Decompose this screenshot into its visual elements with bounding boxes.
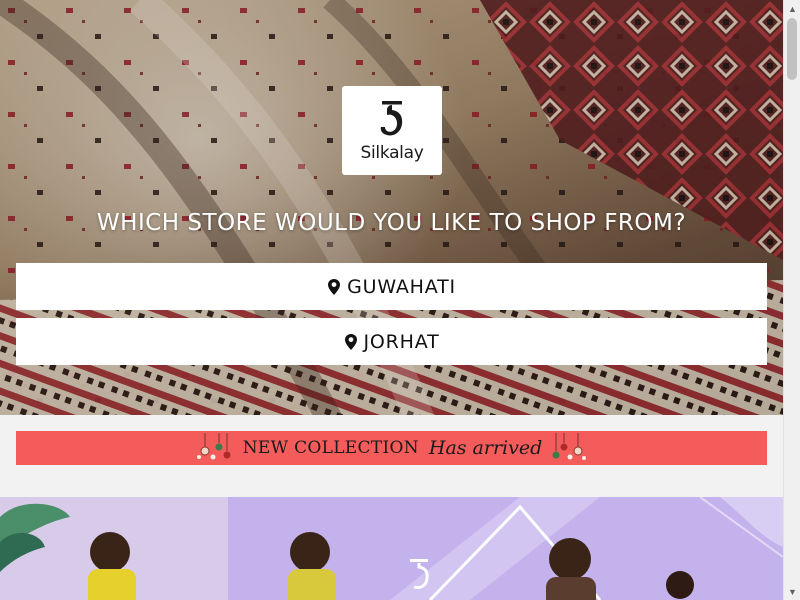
map-pin-icon [344,333,357,350]
store-button-guwahati[interactable]: GUWAHATI [16,263,767,310]
map-pin-icon [328,278,341,295]
store-button-jorhat[interactable]: JORHAT [16,318,767,365]
silkalay-logo-mark-icon [380,100,403,135]
scroll-up-arrow-icon[interactable]: ▲ [784,0,800,17]
store-label-guwahati: GUWAHATI [347,275,456,298]
promo-artwork [0,497,783,600]
promo-collection-image[interactable] [0,497,783,600]
hero-section: Silkalay WHICH STORE WOULD YOU LIKE TO S… [0,0,783,415]
vertical-scrollbar[interactable]: ▲ ▼ [783,0,800,600]
brand-name: Silkalay [360,142,424,163]
hanging-ornament-icon [196,433,231,460]
banner-script-text: Has arrived [428,437,543,459]
scroll-down-arrow-icon[interactable]: ▼ [784,583,800,600]
page: Silkalay WHICH STORE WOULD YOU LIKE TO S… [0,0,783,600]
silkalay-logo[interactable]: Silkalay [342,86,442,175]
banner-headline: NEW COLLECTION [242,438,419,458]
hanging-ornament-icon [552,433,587,460]
new-collection-banner[interactable]: NEW COLLECTION Has arrived [16,431,767,465]
scrollbar-thumb[interactable] [787,18,797,80]
store-question-heading: WHICH STORE WOULD YOU LIKE TO SHOP FROM? [96,210,687,236]
store-label-jorhat: JORHAT [363,330,440,353]
